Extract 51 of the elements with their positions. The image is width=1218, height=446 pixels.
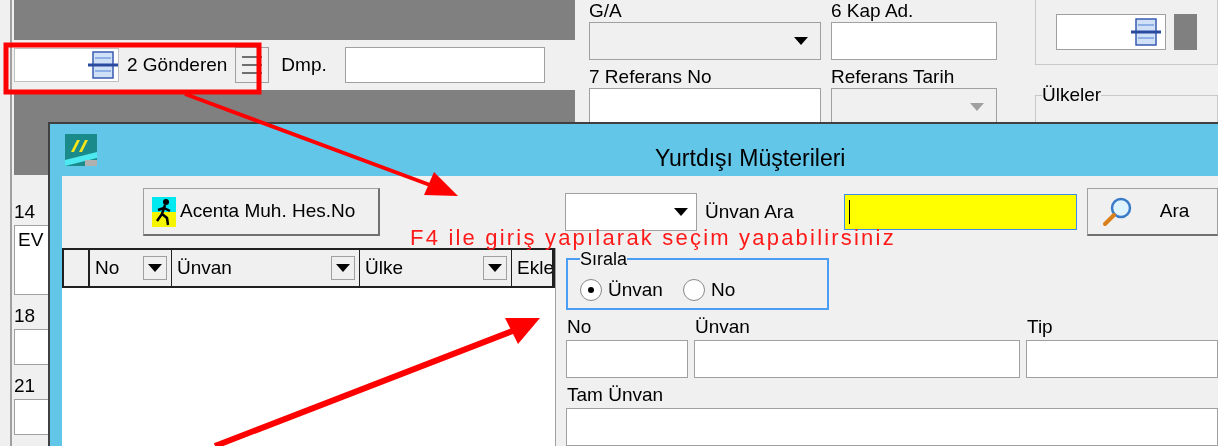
- input-field[interactable]: [1056, 14, 1166, 50]
- filter-button[interactable]: [143, 256, 167, 280]
- column-header[interactable]: No: [90, 250, 172, 286]
- search-label: Ünvan Ara: [705, 199, 794, 224]
- field-label: 6 Kap Ad.: [831, 0, 915, 22]
- field-label: Dmp.: [281, 52, 327, 77]
- filter-button[interactable]: [331, 256, 355, 280]
- window-title: Yurtdışı Müşterileri: [655, 144, 846, 173]
- field-label: 7 Referans No: [589, 66, 713, 88]
- input-field[interactable]: EV: [14, 225, 50, 295]
- filter-button[interactable]: [483, 256, 507, 280]
- caret-icon: [336, 264, 350, 272]
- walking-person-icon: [152, 196, 176, 227]
- radio-option[interactable]: No: [682, 275, 736, 304]
- input-field[interactable]: [14, 399, 50, 435]
- field-label: Referans Tarih: [831, 66, 956, 88]
- field-label: No: [566, 316, 593, 338]
- toolbar-button[interactable]: Acenta Muh. Hes.No: [143, 188, 380, 236]
- input-field[interactable]: [14, 48, 119, 82]
- striped-box-icon[interactable]: [1131, 17, 1161, 47]
- field-label: 18: [14, 305, 37, 327]
- search-field[interactable]: [843, 194, 1077, 230]
- caret-icon: [488, 264, 502, 272]
- search-button[interactable]: Ara: [1086, 188, 1218, 236]
- field-label: Tip: [1026, 316, 1054, 338]
- input-field[interactable]: [566, 408, 1218, 446]
- field-label: 14: [14, 201, 37, 223]
- caret-icon: [794, 37, 808, 45]
- column-header[interactable]: Ülke: [360, 250, 512, 286]
- dropdown-field[interactable]: [565, 193, 697, 231]
- caret-icon: [674, 208, 688, 216]
- column-header[interactable]: Ünvan: [172, 250, 360, 286]
- field-label: Tam Ünvan: [566, 384, 665, 406]
- field-label: Ünvan: [694, 316, 751, 338]
- input-field[interactable]: [694, 340, 1020, 378]
- dark-panel: [1174, 14, 1197, 50]
- dropdown-field[interactable]: [589, 22, 821, 60]
- logo-icon: [65, 134, 97, 166]
- input-field[interactable]: [831, 22, 997, 60]
- field-label: 21: [14, 375, 37, 397]
- search-icon: [1101, 196, 1132, 227]
- input-field[interactable]: [14, 329, 50, 365]
- field-label: G/A: [589, 0, 623, 22]
- radio-option[interactable]: Ünvan: [580, 275, 663, 304]
- input-field[interactable]: [344, 47, 545, 83]
- striped-box-icon[interactable]: [88, 50, 118, 80]
- caret-icon: [970, 103, 984, 111]
- annotation-note: F4 ile giriş yapılarak seçim yapabilirsiniz: [410, 226, 896, 250]
- caret-icon: [148, 264, 162, 272]
- input-field[interactable]: [566, 340, 688, 378]
- input-field[interactable]: [1026, 340, 1218, 378]
